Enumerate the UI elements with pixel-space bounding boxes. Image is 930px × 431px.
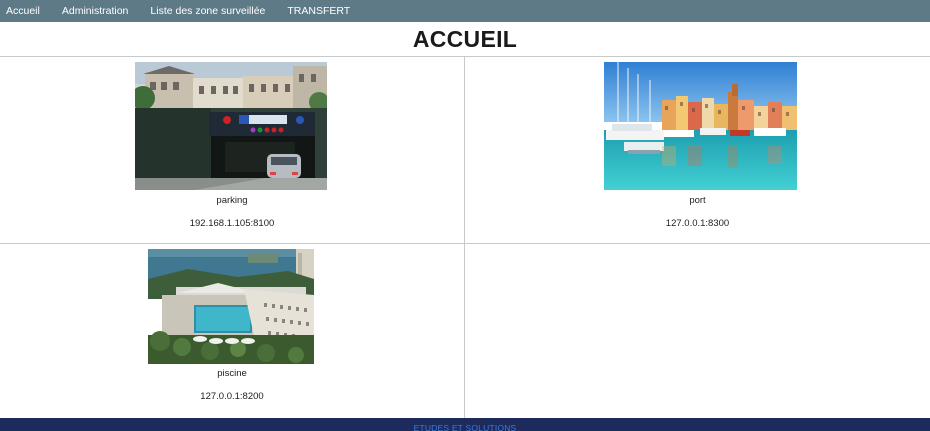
camera-thumbnail-port[interactable] [604, 62, 797, 190]
camera-address: 127.0.0.1:8300 [665, 218, 730, 229]
camera-card-port[interactable]: port 127.0.0.1:8300 [465, 57, 930, 244]
footer: ETUDES ET SOLUTIONS [0, 418, 930, 431]
camera-card-empty [465, 244, 930, 419]
top-navbar: Accueil Administration Liste des zone su… [0, 0, 930, 22]
nav-link-transfert[interactable]: TRANSFERT [276, 0, 361, 22]
camera-thumbnail-piscine[interactable] [148, 249, 314, 364]
nav-link-zones-surveillees[interactable]: Liste des zone surveillée [139, 0, 276, 22]
camera-thumbnail-parking[interactable] [135, 62, 327, 190]
camera-name: parking [216, 195, 248, 206]
camera-name: port [689, 195, 706, 206]
footer-text: ETUDES ET SOLUTIONS [413, 423, 517, 431]
camera-card-piscine[interactable]: piscine 127.0.0.1:8200 [0, 244, 465, 419]
camera-card-parking[interactable]: parking 192.168.1.105:8100 [0, 57, 465, 244]
nav-link-administration[interactable]: Administration [51, 0, 140, 22]
camera-name: piscine [217, 368, 247, 379]
camera-address: 192.168.1.105:8100 [189, 218, 275, 229]
page-title: ACCUEIL [412, 26, 518, 52]
camera-address: 127.0.0.1:8200 [200, 391, 264, 402]
camera-grid: parking 192.168.1.105:8100 port 127.0.0.… [0, 56, 930, 419]
nav-link-accueil[interactable]: Accueil [0, 0, 51, 22]
